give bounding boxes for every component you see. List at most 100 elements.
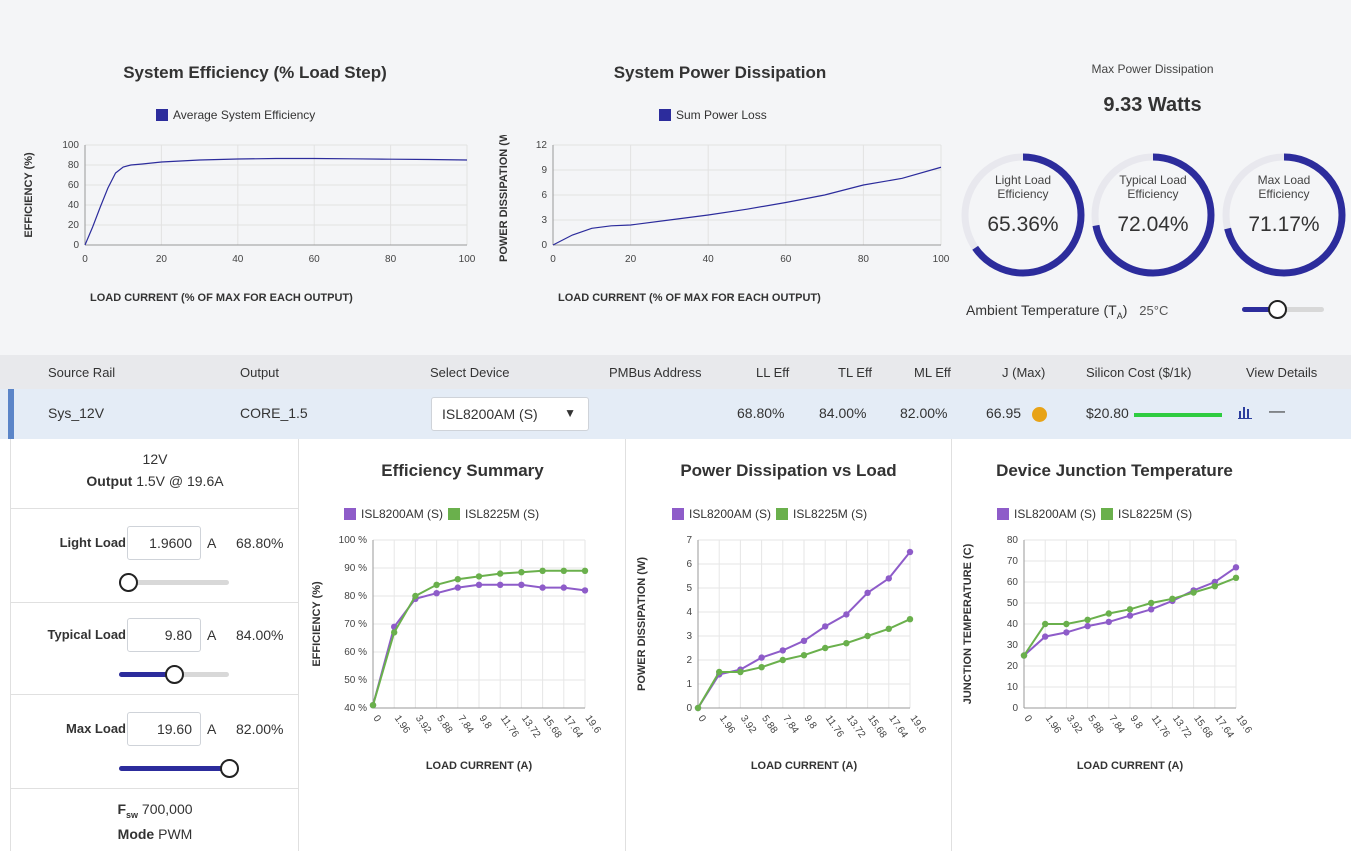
x-tick-label: 9.8 xyxy=(802,713,819,731)
typical-load-label: Typical Load xyxy=(47,627,127,642)
efficiency-summary-legend[interactable]: ISL8200AM (S) ISL8225M (S) xyxy=(344,507,539,521)
col-tl-eff[interactable]: TL Eff xyxy=(838,365,872,380)
x-tick-label: 1.96 xyxy=(392,713,412,736)
data-point xyxy=(1042,620,1049,628)
data-point xyxy=(475,573,483,580)
table-row[interactable]: Sys_12V CORE_1.5 ISL8200AM (S) ▼ 68.80% … xyxy=(0,389,1351,439)
max-load-input[interactable]: 19.60 xyxy=(127,712,201,746)
junction-temperature-legend[interactable]: ISL8200AM (S) ISL8225M (S) xyxy=(997,507,1192,521)
x-axis-title: LOAD CURRENT (A) xyxy=(1077,760,1184,772)
system-dissipation-title: System Power Dissipation xyxy=(613,63,827,82)
y-tick-label: 60 xyxy=(1007,577,1019,588)
x-tick-label: 100 xyxy=(933,254,950,265)
cost-value: $20.80 xyxy=(1086,405,1129,421)
x-tick-label: 13.72 xyxy=(844,713,868,740)
x-tick-label: 60 xyxy=(780,254,792,265)
legend-label: ISL8225M (S) xyxy=(1118,507,1193,521)
x-axis-title: LOAD CURRENT (A) xyxy=(751,760,858,772)
power-dissipation-legend[interactable]: ISL8200AM (S) ISL8225M (S) xyxy=(672,507,867,521)
x-tick-label: 40 xyxy=(232,254,244,265)
x-tick-label: 20 xyxy=(625,254,637,265)
legend-label: ISL8200AM (S) xyxy=(361,507,444,521)
data-point xyxy=(433,590,440,597)
max-power-label: Max Power Dissipation xyxy=(1091,62,1214,76)
max-load-unit: A xyxy=(207,721,217,737)
x-tick-label: 11.76 xyxy=(1149,713,1172,740)
light-load-input[interactable]: 1.9600 xyxy=(127,526,201,560)
legend-swatch xyxy=(997,508,1009,520)
junction-temperature-title: Device Junction Temperature xyxy=(996,461,1233,480)
legend-label: ISL8225M (S) xyxy=(793,507,868,521)
x-tick-label: 17.64 xyxy=(1212,713,1236,740)
system-efficiency-title: System Efficiency (% Load Step) xyxy=(123,63,387,82)
output-value: CORE_1.5 xyxy=(240,405,308,421)
y-tick-label: 70 % xyxy=(344,619,367,630)
y-tick-label: 0 xyxy=(1012,703,1018,714)
x-tick-label: 60 xyxy=(309,254,321,265)
y-tick-label: 6 xyxy=(541,190,547,201)
col-silicon-cost[interactable]: Silicon Cost ($/1k) xyxy=(1086,365,1191,380)
y-tick-label: 50 % xyxy=(344,675,367,686)
collapse-icon[interactable]: — xyxy=(1269,403,1285,421)
slider-knob[interactable] xyxy=(220,759,239,778)
efficiency-summary-chart: 100 % 90 % 80 % 70 % 60 % 50 % 40 % 0 1.96 3.92 5.… xyxy=(311,535,603,772)
data-point xyxy=(1105,610,1112,617)
max-load-efficiency-gauge: Max Load Efficiency 71.17% xyxy=(1219,145,1349,285)
typical-load-efficiency-gauge: Typical Load Efficiency 72.04% xyxy=(1088,145,1218,285)
col-ll-eff[interactable]: LL Eff xyxy=(756,365,789,380)
col-pmbus-address[interactable]: PMBus Address xyxy=(609,365,702,380)
data-point xyxy=(906,616,914,623)
col-select-device[interactable]: Select Device xyxy=(430,365,509,380)
x-tick-label: 5.88 xyxy=(759,713,779,736)
slider-knob[interactable] xyxy=(119,573,138,592)
ambient-label: Ambient Temperature (TA) xyxy=(966,302,1128,321)
x-tick-label: 0 xyxy=(550,254,556,265)
device-select[interactable]: ISL8200AM (S) ▼ xyxy=(431,397,589,431)
panel-divider xyxy=(625,439,626,851)
y-tick-label: 4 xyxy=(686,607,692,618)
x-tick-label: 0 xyxy=(696,713,708,724)
x-tick-label: 20 xyxy=(156,254,168,265)
fsw-row: Fsw 700,000 xyxy=(11,801,299,820)
legend-label: ISL8200AM (S) xyxy=(1014,507,1097,521)
data-point xyxy=(454,576,461,583)
data-point xyxy=(433,581,440,588)
fsw-label: Fsw xyxy=(117,801,139,820)
col-j-max[interactable]: J (Max) xyxy=(1002,365,1045,380)
y-axis-title: POWER DISSIPATION (W) xyxy=(498,135,510,262)
x-tick-label: 3.92 xyxy=(1064,713,1084,736)
max-load-efficiency: 82.00% xyxy=(236,721,284,737)
col-source-rail[interactable]: Source Rail xyxy=(48,365,115,380)
y-tick-label: 3 xyxy=(541,215,547,226)
x-tick-label: 17.64 xyxy=(886,713,910,740)
typical-load-input[interactable]: 9.80 xyxy=(127,618,201,652)
data-point xyxy=(1169,595,1176,602)
y-tick-label: 40 xyxy=(1007,619,1019,630)
data-point xyxy=(1232,574,1240,581)
gauge-value: 65.36% xyxy=(987,213,1059,236)
typical-load-unit: A xyxy=(207,627,217,643)
ambient-temperature-slider[interactable] xyxy=(1242,300,1324,319)
x-tick-label: 3.92 xyxy=(738,713,758,736)
data-point xyxy=(885,575,892,582)
data-point xyxy=(1148,606,1155,613)
typical-load-slider[interactable] xyxy=(119,665,229,684)
legend-label: ISL8200AM (S) xyxy=(689,507,772,521)
col-view-details[interactable]: View Details xyxy=(1246,365,1317,380)
light-load-slider[interactable] xyxy=(119,573,229,592)
y-axis-title: EFFICIENCY (%) xyxy=(23,152,35,238)
col-ml-eff[interactable]: ML Eff xyxy=(914,365,951,380)
tl-eff-value: 84.00% xyxy=(819,405,867,421)
system-efficiency-legend[interactable]: Average System Efficiency xyxy=(156,108,315,122)
x-tick-label: 13.72 xyxy=(1170,713,1194,740)
y-tick-label: 20 xyxy=(1007,661,1019,672)
max-load-slider[interactable] xyxy=(119,759,239,778)
system-dissipation-legend[interactable]: Sum Power Loss xyxy=(659,108,767,122)
data-point xyxy=(1126,606,1134,613)
y-tick-label: 7 xyxy=(686,535,692,546)
bar-chart-icon[interactable] xyxy=(1238,405,1252,422)
slider-knob[interactable] xyxy=(165,665,184,684)
x-tick-label: 0 xyxy=(82,254,88,265)
slider-knob[interactable] xyxy=(1268,300,1287,319)
col-output[interactable]: Output xyxy=(240,365,279,380)
